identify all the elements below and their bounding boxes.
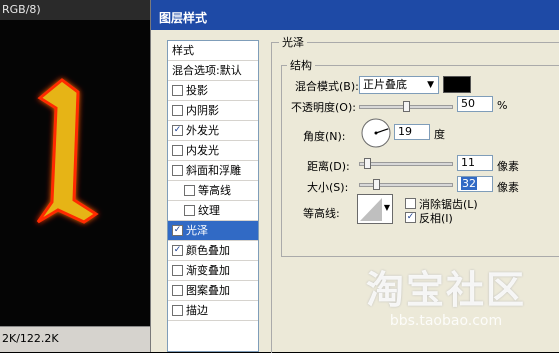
invert-checkbox[interactable]: ✓ bbox=[405, 212, 416, 223]
style-list-label: 描边 bbox=[186, 304, 208, 317]
style-list-item[interactable]: 图案叠加 bbox=[168, 281, 258, 301]
style-checkbox[interactable] bbox=[172, 84, 183, 96]
style-list-label: 外发光 bbox=[186, 124, 219, 137]
glyph-artwork bbox=[36, 78, 99, 224]
style-checkbox[interactable] bbox=[172, 284, 183, 296]
style-list-label: 内发光 bbox=[186, 144, 219, 157]
distance-field[interactable]: 11 bbox=[457, 155, 493, 171]
opacity-unit: % bbox=[497, 99, 508, 112]
style-list-item[interactable]: 样式 bbox=[168, 41, 258, 61]
distance-slider-thumb[interactable] bbox=[364, 158, 371, 169]
size-unit: 像素 bbox=[497, 181, 519, 194]
watermark-url: bbs.taobao.com bbox=[389, 313, 503, 329]
style-list-label: 渐变叠加 bbox=[186, 264, 230, 277]
contour-picker[interactable]: ▼ bbox=[357, 194, 393, 224]
section-title: 光泽 bbox=[279, 34, 307, 50]
blend-mode-select[interactable]: 正片叠底 ▼ bbox=[359, 76, 439, 94]
style-list-item[interactable]: 混合选项:默认 bbox=[168, 61, 258, 81]
angle-field[interactable]: 19 bbox=[394, 124, 430, 140]
distance-slider[interactable] bbox=[359, 158, 453, 169]
style-checkbox[interactable] bbox=[172, 304, 183, 316]
style-checkbox[interactable] bbox=[172, 264, 183, 276]
opacity-slider-thumb[interactable] bbox=[403, 101, 410, 112]
style-checkbox[interactable]: ✓ bbox=[172, 244, 183, 256]
contour-curve-icon bbox=[360, 198, 382, 221]
style-list-label: 纹理 bbox=[198, 204, 220, 217]
style-list-label: 混合选项:默认 bbox=[172, 64, 242, 77]
style-list-item[interactable]: 内阴影 bbox=[168, 101, 258, 121]
chevron-down-icon: ▼ bbox=[383, 203, 390, 212]
style-list-item[interactable]: ✓ 外发光 bbox=[168, 121, 258, 141]
opacity-slider[interactable] bbox=[359, 101, 453, 112]
chevron-down-icon: ▼ bbox=[427, 80, 434, 90]
style-list-item[interactable]: 渐变叠加 bbox=[168, 261, 258, 281]
angle-dial[interactable] bbox=[360, 117, 392, 149]
watermark-brand: 淘宝社区 bbox=[365, 268, 526, 312]
style-list-label: 斜面和浮雕 bbox=[186, 164, 241, 177]
glyph-one-shape bbox=[36, 78, 99, 224]
distance-unit: 像素 bbox=[497, 160, 519, 173]
style-list-label: 颜色叠加 bbox=[186, 244, 230, 257]
size-value: 32 bbox=[461, 177, 477, 190]
style-list-label: 图案叠加 bbox=[186, 284, 230, 297]
style-list-item[interactable]: 斜面和浮雕 bbox=[168, 161, 258, 181]
style-list-item[interactable]: 纹理 bbox=[168, 201, 258, 221]
watermark: 淘宝社区 bbs.taobao.com bbox=[341, 268, 551, 338]
blend-mode-value: 正片叠底 bbox=[363, 78, 407, 91]
style-list-item[interactable]: 描边 bbox=[168, 301, 258, 321]
style-checkbox[interactable] bbox=[172, 144, 183, 156]
opacity-label: 不透明度(O): bbox=[291, 101, 356, 114]
style-checkbox[interactable] bbox=[172, 164, 183, 176]
structure-title: 结构 bbox=[287, 57, 315, 73]
layer-style-dialog: 图层样式 样式 混合选项:默认 投影 内阴影 ✓ 外发光 内发光 斜面和浮雕 等高线 纹理 ✓ 光泽 ✓… bbox=[150, 0, 559, 353]
style-list-label: 等高线 bbox=[198, 184, 231, 197]
dialog-titlebar[interactable]: 图层样式 bbox=[151, 0, 559, 30]
style-checkbox[interactable]: ✓ bbox=[172, 124, 183, 136]
style-list-label: 样式 bbox=[172, 44, 194, 57]
document-status: 2K/122.2K bbox=[0, 326, 160, 352]
distance-label: 距离(D): bbox=[307, 160, 350, 173]
style-list-label: 投影 bbox=[186, 84, 208, 97]
size-slider-thumb[interactable] bbox=[373, 179, 380, 190]
style-list-item[interactable]: 内发光 bbox=[168, 141, 258, 161]
dialog-title: 图层样式 bbox=[159, 11, 208, 25]
antialias-checkbox[interactable] bbox=[405, 198, 416, 209]
style-checkbox[interactable] bbox=[184, 184, 195, 196]
angle-label: 角度(N): bbox=[303, 130, 346, 143]
style-list-label: 内阴影 bbox=[186, 104, 219, 117]
size-slider[interactable] bbox=[359, 179, 453, 190]
invert-label: 反相(I) bbox=[419, 212, 453, 225]
blend-color-swatch[interactable] bbox=[443, 76, 471, 93]
style-checkbox[interactable]: ✓ bbox=[172, 224, 183, 236]
contour-label: 等高线: bbox=[303, 207, 340, 220]
style-checkbox[interactable] bbox=[172, 104, 183, 116]
blend-mode-label: 混合模式(B): bbox=[295, 80, 359, 93]
style-list-item[interactable]: ✓ 光泽 bbox=[168, 221, 258, 241]
style-list-item[interactable]: 投影 bbox=[168, 81, 258, 101]
size-field[interactable]: 32 bbox=[457, 176, 493, 192]
style-list: 样式 混合选项:默认 投影 内阴影 ✓ 外发光 内发光 斜面和浮雕 等高线 纹理 ✓ 光泽 ✓ 颜色叠加渐… bbox=[167, 40, 259, 352]
opacity-field[interactable]: 50 bbox=[457, 96, 493, 112]
style-list-label: 光泽 bbox=[186, 224, 208, 237]
document-canvas[interactable]: RGB/8) 2K/122.2K bbox=[0, 0, 160, 352]
size-label: 大小(S): bbox=[307, 181, 349, 194]
style-list-item[interactable]: 等高线 bbox=[168, 181, 258, 201]
angle-unit: 度 bbox=[434, 128, 445, 141]
style-list-item[interactable]: ✓ 颜色叠加 bbox=[168, 241, 258, 261]
style-checkbox[interactable] bbox=[184, 204, 195, 216]
